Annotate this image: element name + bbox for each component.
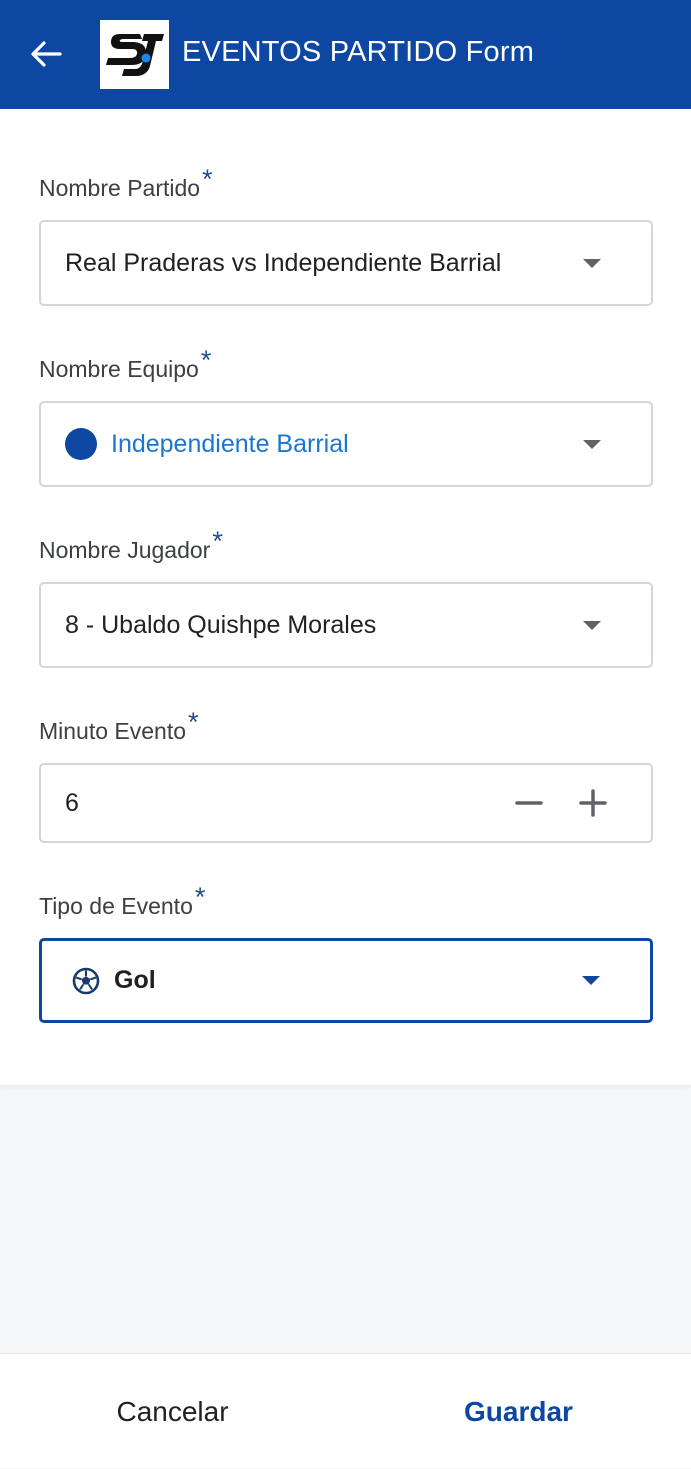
minute-label: Minuto Evento* xyxy=(39,707,199,744)
match-label: Nombre Partido* xyxy=(39,164,213,201)
minus-icon xyxy=(515,801,543,805)
event-type-label: Tipo de Evento* xyxy=(39,882,206,919)
player-select[interactable]: 8 - Ubaldo Quishpe Morales xyxy=(39,582,653,668)
required-marker: * xyxy=(200,345,212,375)
chevron-down-icon xyxy=(582,976,600,985)
required-marker: * xyxy=(212,526,223,556)
app-logo xyxy=(100,20,169,89)
increment-button[interactable] xyxy=(573,783,613,823)
team-value: Independiente Barrial xyxy=(111,429,349,458)
soccer-ball-icon xyxy=(72,967,100,994)
player-value: 8 - Ubaldo Quishpe Morales xyxy=(65,610,377,639)
app-bar: EVENTOS PARTIDO Form xyxy=(0,0,691,109)
minute-stepper[interactable]: 6 xyxy=(39,763,653,843)
team-label: Nombre Equipo* xyxy=(39,345,212,382)
save-button[interactable]: Guardar xyxy=(346,1354,691,1469)
chevron-down-icon xyxy=(583,439,601,449)
decrement-button[interactable] xyxy=(509,783,549,823)
player-label: Nombre Jugador* xyxy=(39,526,223,563)
required-marker: * xyxy=(188,707,199,737)
chevron-down-icon xyxy=(583,258,601,268)
plus-icon xyxy=(579,789,607,817)
event-type-value: Gol xyxy=(114,966,156,994)
chevron-down-icon xyxy=(583,620,601,630)
team-select[interactable]: Independiente Barrial xyxy=(39,401,653,487)
minute-input[interactable]: 6 xyxy=(65,789,79,818)
required-marker: * xyxy=(194,882,206,912)
event-type-select[interactable]: Gol xyxy=(39,938,653,1023)
match-select[interactable]: Real Praderas vs Independiente Barrial xyxy=(39,220,653,306)
match-value: Real Praderas vs Independiente Barrial xyxy=(65,248,502,277)
arrow-left-icon xyxy=(31,41,62,67)
back-button[interactable] xyxy=(26,34,66,74)
cancel-button[interactable]: Cancelar xyxy=(0,1354,345,1469)
required-marker: * xyxy=(202,164,213,194)
page-title: EVENTOS PARTIDO Form xyxy=(182,36,535,68)
team-color-dot xyxy=(65,428,97,460)
form-card: Nombre Partido* Real Praderas vs Indepen… xyxy=(0,109,691,1085)
footer-actions: Cancelar Guardar xyxy=(0,1353,691,1468)
